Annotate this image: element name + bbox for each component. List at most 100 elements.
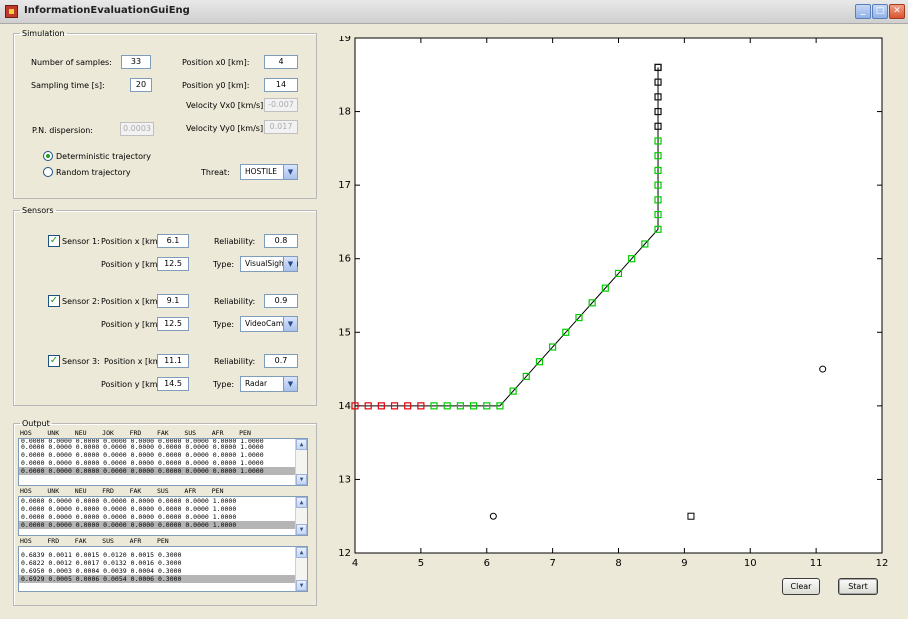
deterministic-label: Deterministic trajectory: [56, 152, 151, 161]
pn-dispersion-input[interactable]: 0.0003: [120, 122, 154, 136]
list-item[interactable]: 0.6950 0.0003 0.0004 0.0039 0.0004 0.300…: [19, 567, 307, 575]
sensor-2-pos-y-input[interactable]: 12.5: [157, 317, 189, 331]
list-item[interactable]: 0.0000 0.0000 0.0000 0.0000 0.0000 0.000…: [19, 459, 307, 467]
pos-x0-input[interactable]: 4: [264, 55, 298, 69]
x-tick-label: 8: [615, 558, 621, 569]
list-item[interactable]: 0.0000 0.0000 0.0000 0.0000 0.0000 0.000…: [19, 451, 307, 459]
scroll-up-icon[interactable]: ▲: [296, 439, 307, 450]
list-item-selected[interactable]: 0.0000 0.0000 0.0000 0.0000 0.0000 0.000…: [19, 467, 307, 475]
output-table-3-header: HOS FRD FAK SUS AFR PEN: [20, 537, 169, 545]
sampling-time-label: Sampling time [s]:: [31, 81, 105, 90]
sensor-3-reliability-input[interactable]: 0.7: [264, 354, 298, 368]
output-legend: Output: [22, 419, 50, 428]
start-button[interactable]: Start: [838, 578, 878, 595]
vy0-input[interactable]: 0.017: [264, 120, 298, 134]
sensor-2-reliability-input[interactable]: 0.9: [264, 294, 298, 308]
list-item[interactable]: 0.6822 0.0012 0.0017 0.0132 0.0016 0.300…: [19, 559, 307, 567]
sensor-1-pos-y-input[interactable]: 12.5: [157, 257, 189, 271]
sensor-3-type-value: Radar: [245, 379, 268, 388]
y-tick-label: 12: [338, 548, 351, 559]
scroll-down-icon[interactable]: ▼: [296, 580, 307, 591]
sensor-1-pos-y-label: Position y [km]:: [101, 260, 164, 269]
output-table-2-header: HOS UNK NEU FRD FAK SUS AFR PEN: [20, 487, 224, 495]
sensor-1-type-label: Type:: [213, 260, 235, 269]
output-table-3-list[interactable]: 0.6839 0.0011 0.0015 0.0120 0.0015 0.300…: [18, 546, 308, 592]
pos-y0-label: Position y0 [km]:: [182, 81, 250, 90]
y-tick-label: 15: [338, 327, 351, 338]
sensor-1-checkbox[interactable]: ✓: [48, 235, 60, 247]
sensor-3-type-select[interactable]: Radar ▼: [240, 376, 298, 392]
vy0-label: Velocity Vy0 [km/s]:: [186, 124, 266, 133]
simulation-legend: Simulation: [22, 29, 65, 38]
random-radio[interactable]: [43, 167, 53, 177]
window-title: InformationEvaluationGuiEng: [24, 5, 190, 16]
app-icon: [5, 5, 18, 18]
sensor-1-type-select[interactable]: VisualSighting ▼: [240, 256, 298, 272]
chevron-down-icon: ▼: [283, 165, 297, 179]
minimize-button[interactable]: _: [855, 4, 871, 19]
pos-y0-input[interactable]: 14: [264, 78, 298, 92]
sensor-3-pos-y-input[interactable]: 14.5: [157, 377, 189, 391]
sensor-2-checkbox[interactable]: ✓: [48, 295, 60, 307]
output-table-2-list[interactable]: 0.0000 0.0000 0.0000 0.0000 0.0000 0.000…: [18, 496, 308, 536]
sensor-3-type-label: Type:: [213, 380, 235, 389]
vx0-label: Velocity Vx0 [km/s]:: [186, 101, 266, 110]
title-bar: InformationEvaluationGuiEng _ □ ✕: [0, 0, 908, 24]
list-item-selected[interactable]: 0.0000 0.0000 0.0000 0.0000 0.0000 0.000…: [19, 521, 307, 529]
sensor-3-pos-x-input[interactable]: 11.1: [157, 354, 189, 368]
threat-value: HOSTILE: [245, 167, 278, 176]
y-tick-label: 17: [338, 180, 351, 191]
vx0-input[interactable]: -0.007: [264, 98, 298, 112]
y-tick-label: 18: [338, 107, 351, 118]
sensor-2-pos-x-input[interactable]: 9.1: [157, 294, 189, 308]
chevron-down-icon: ▼: [283, 317, 297, 331]
sensor-2-type-select[interactable]: VideoCamera ▼: [240, 316, 298, 332]
list-item[interactable]: 0.0000 0.0000 0.0000 0.0000 0.0000 0.000…: [19, 443, 307, 451]
output-table-1-list[interactable]: 0.0000 0.0000 0.0000 0.0000 0.0000 0.000…: [18, 438, 308, 486]
deterministic-radio[interactable]: [43, 151, 53, 161]
scroll-up-icon[interactable]: ▲: [296, 497, 307, 508]
x-tick-label: 7: [549, 558, 555, 569]
sensor-3-label: Sensor 3:: [62, 357, 100, 366]
scrollbar[interactable]: ▲ ▼: [295, 547, 307, 591]
sensors-legend: Sensors: [22, 206, 54, 215]
sensor-1-reliability-input[interactable]: 0.8: [264, 234, 298, 248]
x-tick-label: 6: [484, 558, 490, 569]
list-item[interactable]: 0.0000 0.0000 0.0000 0.0000 0.0000 0.000…: [19, 497, 307, 505]
scroll-up-icon[interactable]: ▲: [296, 547, 307, 558]
scrollbar[interactable]: ▲ ▼: [295, 439, 307, 485]
x-tick-label: 4: [352, 558, 358, 569]
threat-select[interactable]: HOSTILE ▼: [240, 164, 298, 180]
list-item-selected[interactable]: 0.6929 0.0005 0.0006 0.0054 0.0006 0.300…: [19, 575, 307, 583]
close-button[interactable]: ✕: [889, 4, 905, 19]
list-item[interactable]: 0.0000 0.0000 0.0000 0.0000 0.0000 0.000…: [19, 505, 307, 513]
list-item[interactable]: 0.0000 0.0000 0.0000 0.0000 0.0000 0.000…: [19, 513, 307, 521]
num-samples-input[interactable]: 33: [121, 55, 151, 69]
sensor-2-type-label: Type:: [213, 320, 235, 329]
num-samples-label: Number of samples:: [31, 58, 112, 67]
list-item[interactable]: 0.6839 0.0011 0.0015 0.0120 0.0015 0.300…: [19, 551, 307, 559]
scroll-down-icon[interactable]: ▼: [296, 474, 307, 485]
x-tick-label: 9: [681, 558, 687, 569]
chevron-down-icon: ▼: [283, 257, 297, 271]
sensor-3-reliability-label: Reliability:: [214, 357, 256, 366]
output-table-1-header: HOS UNK NEU JOK FRD FAK SUS AFR PEN: [20, 429, 251, 437]
clear-button[interactable]: Clear: [782, 578, 820, 595]
x-tick-label: 11: [810, 558, 823, 569]
sampling-time-input[interactable]: 20: [130, 78, 152, 92]
maximize-button[interactable]: □: [872, 4, 888, 19]
x-tick-label: 5: [418, 558, 424, 569]
sensor-1-pos-x-input[interactable]: 6.1: [157, 234, 189, 248]
sensor-3-checkbox[interactable]: ✓: [48, 355, 60, 367]
sensor-2-label: Sensor 2:: [62, 297, 100, 306]
chevron-down-icon: ▼: [283, 377, 297, 391]
y-tick-label: 13: [338, 474, 351, 485]
sensor-1-reliability-label: Reliability:: [214, 237, 256, 246]
sensor-2-reliability-label: Reliability:: [214, 297, 256, 306]
y-tick-label: 16: [338, 254, 351, 265]
sensor-2-pos-y-label: Position y [km]:: [101, 320, 164, 329]
sensor-2-pos-x-label: Position x [km]:: [101, 297, 164, 306]
scrollbar[interactable]: ▲ ▼: [295, 497, 307, 535]
trajectory-plot[interactable]: 4 5 6 7 8 9 10 11 12 12 13 14 15 16 17 18 19: [333, 36, 893, 576]
scroll-down-icon[interactable]: ▼: [296, 524, 307, 535]
